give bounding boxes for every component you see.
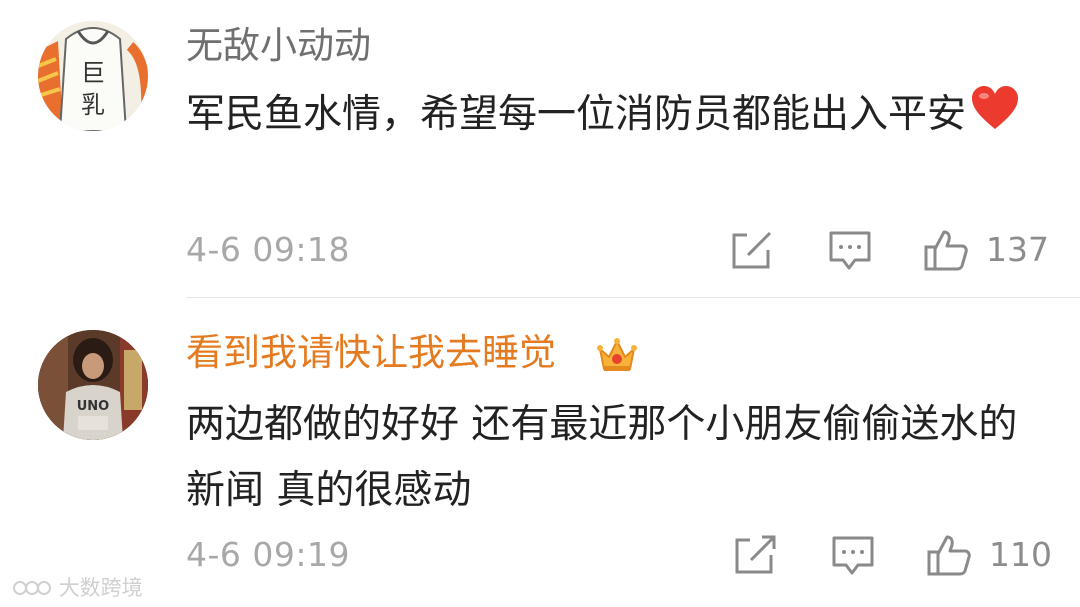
watermark-text: 大数跨境 <box>58 576 143 600</box>
avatar[interactable]: 巨 乳 <box>38 21 148 131</box>
share-icon[interactable] <box>734 533 778 577</box>
comment-2: UNO · · · · · · · 看到我请快让我去睡觉 两边都做的好好 还有最… <box>0 298 1080 607</box>
timestamp: 4-6 09:19 <box>186 535 350 574</box>
watermark-logo-icon <box>13 581 51 595</box>
comment-text: 军民鱼水情，希望每一位消防员都能出入平安 <box>186 82 1036 152</box>
comment-icon[interactable] <box>828 228 872 272</box>
like-count: 137 <box>986 230 1049 269</box>
svg-text:乳: 乳 <box>81 91 105 119</box>
like-icon[interactable] <box>927 533 971 577</box>
crown-badge-icon <box>597 335 637 379</box>
username[interactable]: 无敌小动动 <box>186 24 371 68</box>
comment-icon[interactable] <box>831 533 875 577</box>
watermark: 大数跨境 <box>12 572 143 602</box>
comment-text-body: 军民鱼水情，希望每一位消防员都能出入平安 <box>186 92 967 137</box>
username[interactable]: 看到我请快让我去睡觉 <box>186 331 556 375</box>
share-icon[interactable] <box>731 228 775 272</box>
comment-text: 两边都做的好好 还有最近那个小朋友偷偷送水的新闻 真的很感动 <box>186 402 1018 513</box>
comment-1: 巨 乳 无敌小动动 军民鱼水情，希望每一位消防员都能出入平安 4-6 09:18… <box>0 0 1080 298</box>
svg-text:· · · · · · ·: · · · · · · · <box>81 431 106 438</box>
comment-meta: 4-6 09:19 110 <box>0 529 1080 579</box>
comment-meta: 4-6 09:18 137 <box>0 224 1080 274</box>
timestamp: 4-6 09:18 <box>186 230 350 269</box>
like-icon[interactable] <box>924 228 968 272</box>
avatar[interactable]: UNO · · · · · · · <box>38 330 148 440</box>
heart-emoji-icon <box>970 85 1020 152</box>
like-count: 110 <box>989 535 1052 574</box>
svg-text:UNO: UNO <box>77 399 110 414</box>
svg-text:巨: 巨 <box>81 59 105 87</box>
